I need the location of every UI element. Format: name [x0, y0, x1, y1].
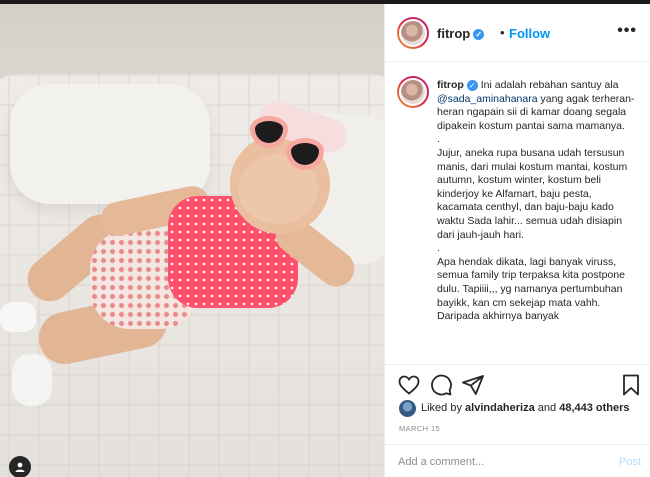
caption-area: fitrop ✓ Ini adalah rebahan santuy ala @s…: [385, 62, 650, 364]
more-options-icon[interactable]: •••: [617, 22, 637, 40]
likes-count[interactable]: 48,443 others: [559, 402, 629, 414]
comment-input[interactable]: Add a comment...: [398, 456, 484, 468]
verified-badge-icon: ✓: [466, 79, 478, 91]
post-date[interactable]: MARCH 15: [399, 424, 440, 433]
photo-pillow: [10, 84, 210, 204]
user-tag-icon[interactable]: [9, 456, 31, 477]
caption-username[interactable]: fitrop: [437, 79, 464, 91]
post-header: fitrop ✓ • Follow •••: [385, 4, 650, 62]
caption-separator: .: [437, 242, 440, 255]
likes-middle: and: [534, 402, 560, 414]
bookmark-icon[interactable]: [619, 373, 643, 397]
author-avatar[interactable]: [397, 17, 429, 49]
liker-username[interactable]: alvindaheriza: [465, 402, 535, 414]
heart-icon[interactable]: [397, 373, 421, 397]
author-username[interactable]: fitrop ✓: [437, 26, 485, 41]
post-comment-button[interactable]: Post: [619, 456, 641, 468]
caption-separator: .: [437, 133, 440, 146]
author-username-text[interactable]: fitrop: [437, 26, 470, 41]
caption-paragraph: Apa hendak dikata, lagi banyak viruss, s…: [437, 255, 625, 323]
action-bar: [385, 364, 650, 404]
comment-icon[interactable]: [429, 373, 453, 397]
comment-bar: Add a comment... Post: [385, 444, 650, 477]
likes-prefix: Liked by: [421, 402, 466, 414]
caption-text: fitrop ✓ Ini adalah rebahan santuy ala @s…: [437, 79, 637, 324]
caption-intro: Ini adalah rebahan santuy ala: [477, 79, 619, 91]
caption-mention-link[interactable]: @sada_aminahanara: [437, 93, 538, 105]
caption-paragraph: Jujur, aneka rupa busana udah tersusun m…: [437, 146, 628, 241]
post-side-panel: fitrop ✓ • Follow ••• fitrop ✓ Ini adalah …: [384, 4, 650, 477]
likes-summary: Liked by alvindaheriza and 48,443 others: [399, 400, 649, 420]
post-photo[interactable]: [0, 4, 384, 477]
photo-baby-sock: [12, 354, 52, 406]
verified-badge-icon: ✓: [473, 29, 485, 41]
photo-baby-sock: [0, 302, 36, 332]
likes-text: Liked by alvindaheriza and 48,443 others: [421, 402, 630, 414]
follow-button[interactable]: Follow: [509, 26, 550, 41]
liker-avatar[interactable]: [399, 400, 416, 417]
paper-plane-icon[interactable]: [461, 373, 485, 397]
header-separator-dot: •: [500, 25, 505, 40]
person-icon: [15, 462, 25, 472]
caption-author-avatar[interactable]: [397, 76, 429, 108]
